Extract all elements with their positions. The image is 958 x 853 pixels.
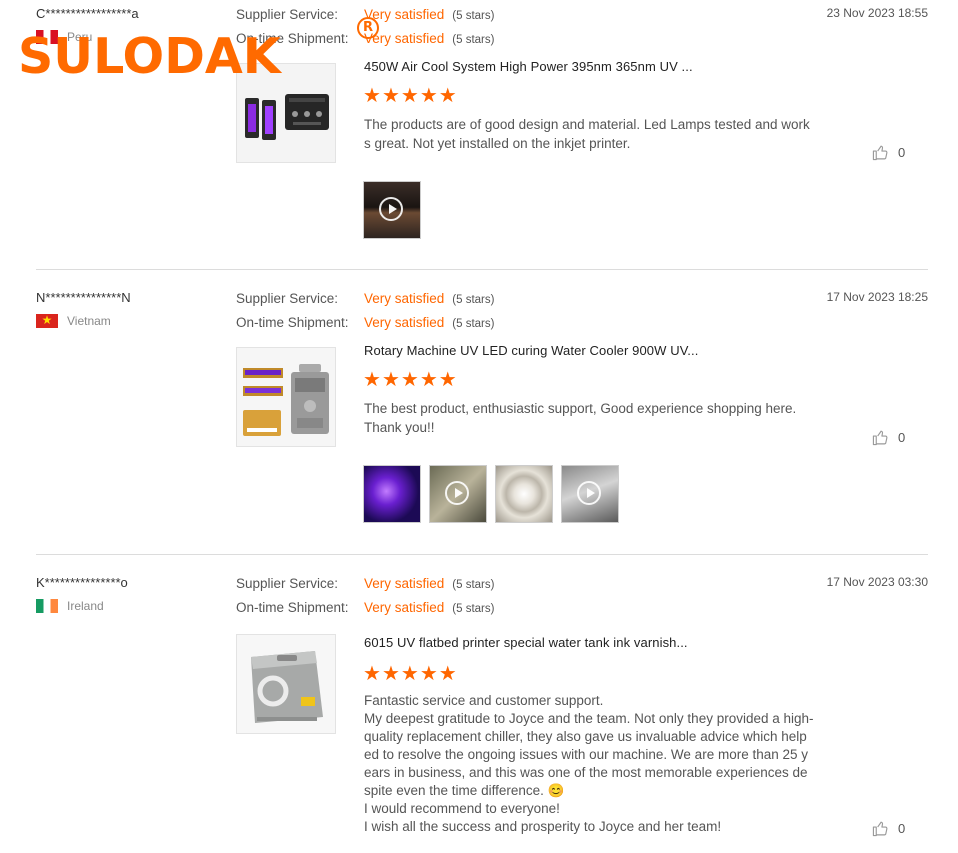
shipment-rating: On-time Shipment: Very satisfied (5 star…	[236, 600, 494, 615]
comment-paragraph: I wish all the success and prosperity to…	[364, 819, 722, 834]
shipment-label: On-time Shipment:	[236, 600, 349, 615]
shipment-stars: (5 stars)	[452, 34, 495, 46]
product-star-rating: ★ ★ ★ ★ ★	[363, 663, 457, 685]
star-icon: ★	[438, 369, 457, 391]
like-count: 0	[898, 145, 906, 160]
like-button[interactable]: 0	[872, 429, 905, 446]
shipment-stars: (5 stars)	[452, 318, 495, 330]
comment-paragraph: The best product, enthusiastic support, …	[364, 401, 797, 416]
review-video-thumbnail[interactable]	[561, 465, 619, 523]
supplier-service-rating: Supplier Service: Very satisfied (5 star…	[236, 576, 494, 591]
buyer-country: Ireland	[36, 599, 104, 613]
like-button[interactable]: 0	[872, 820, 905, 837]
review-media	[363, 465, 619, 523]
comment-paragraph: My deepest gratitude to Joyce and the te…	[364, 711, 814, 798]
review-date: 23 Nov 2023 18:55	[826, 6, 928, 20]
sulodak-watermark-logo: SULODAK	[18, 28, 281, 85]
review-comment: The products are of good design and mate…	[364, 116, 814, 153]
supplier-service-value: Very satisfied	[364, 291, 445, 306]
ireland-flag-icon	[36, 599, 58, 613]
shipment-stars: (5 stars)	[452, 603, 495, 615]
supplier-service-stars: (5 stars)	[452, 294, 495, 306]
thumbs-up-icon	[872, 145, 888, 161]
supplier-service-label: Supplier Service:	[236, 7, 339, 22]
star-icon: ★	[419, 663, 438, 685]
review-date: 17 Nov 2023 03:30	[826, 575, 928, 589]
uv-cooler-product-image	[237, 348, 335, 446]
review-divider	[36, 554, 928, 555]
shipment-value: Very satisfied	[364, 600, 445, 615]
buyer-name: K***************o	[36, 575, 128, 590]
star-icon: ★	[381, 85, 400, 107]
like-button[interactable]: 0	[872, 144, 905, 161]
star-icon: ★	[419, 85, 438, 107]
star-icon: ★	[381, 663, 400, 685]
vietnam-flag-icon	[36, 314, 58, 328]
play-icon	[445, 481, 469, 505]
review-comment: The best product, enthusiastic support, …	[364, 400, 814, 437]
star-icon: ★	[438, 85, 457, 107]
like-count: 0	[898, 821, 906, 836]
product-title-link[interactable]: Rotary Machine UV LED curing Water Coole…	[364, 343, 698, 358]
review-photo-thumbnail[interactable]	[495, 465, 553, 523]
country-name: Ireland	[67, 599, 104, 613]
product-thumbnail[interactable]	[236, 347, 336, 447]
comment-paragraph: The products are of good design and mate…	[364, 117, 810, 151]
star-icon: ★	[438, 663, 457, 685]
play-icon	[379, 197, 403, 221]
supplier-service-value: Very satisfied	[364, 576, 445, 591]
thumbs-up-icon	[872, 430, 888, 446]
buyer-name: C*****************a	[36, 6, 139, 21]
review-divider	[36, 269, 928, 270]
review-date: 17 Nov 2023 18:25	[826, 290, 928, 304]
water-tank-product-image	[237, 635, 335, 733]
supplier-service-label: Supplier Service:	[236, 576, 339, 591]
registered-trademark-icon: R	[357, 17, 379, 39]
product-star-rating: ★ ★ ★ ★ ★	[363, 85, 457, 107]
star-icon: ★	[381, 369, 400, 391]
supplier-service-rating: Supplier Service: Very satisfied (5 star…	[236, 291, 494, 306]
review-video-thumbnail[interactable]	[429, 465, 487, 523]
star-icon: ★	[363, 369, 381, 391]
review-comment: Fantastic service and customer support. …	[364, 692, 814, 836]
buyer-name: N***************N	[36, 290, 131, 305]
product-star-rating: ★ ★ ★ ★ ★	[363, 369, 457, 391]
like-count: 0	[898, 430, 906, 445]
shipment-value: Very satisfied	[364, 315, 445, 330]
comment-paragraph: Thank you!!	[364, 419, 435, 435]
thumbs-up-icon	[872, 821, 888, 837]
review-photo-thumbnail[interactable]	[363, 465, 421, 523]
star-icon: ★	[400, 369, 419, 391]
product-title-link[interactable]: 450W Air Cool System High Power 395nm 36…	[364, 59, 693, 74]
supplier-service-stars: (5 stars)	[452, 579, 495, 591]
review-media	[363, 181, 421, 239]
play-icon	[577, 481, 601, 505]
review-video-thumbnail[interactable]	[363, 181, 421, 239]
shipment-rating: On-time Shipment: Very satisfied (5 star…	[236, 315, 494, 330]
supplier-service-stars: (5 stars)	[452, 10, 495, 22]
country-name: Vietnam	[67, 314, 111, 328]
star-icon: ★	[363, 663, 381, 685]
star-icon: ★	[400, 663, 419, 685]
star-icon: ★	[363, 85, 381, 107]
supplier-service-label: Supplier Service:	[236, 291, 339, 306]
product-thumbnail[interactable]	[236, 634, 336, 734]
comment-paragraph: I would recommend to everyone!	[364, 801, 560, 816]
star-icon: ★	[419, 369, 438, 391]
product-title-link[interactable]: 6015 UV flatbed printer special water ta…	[364, 635, 688, 650]
star-icon: ★	[400, 85, 419, 107]
buyer-country: Vietnam	[36, 314, 111, 328]
shipment-label: On-time Shipment:	[236, 315, 349, 330]
comment-paragraph: Fantastic service and customer support.	[364, 693, 604, 708]
